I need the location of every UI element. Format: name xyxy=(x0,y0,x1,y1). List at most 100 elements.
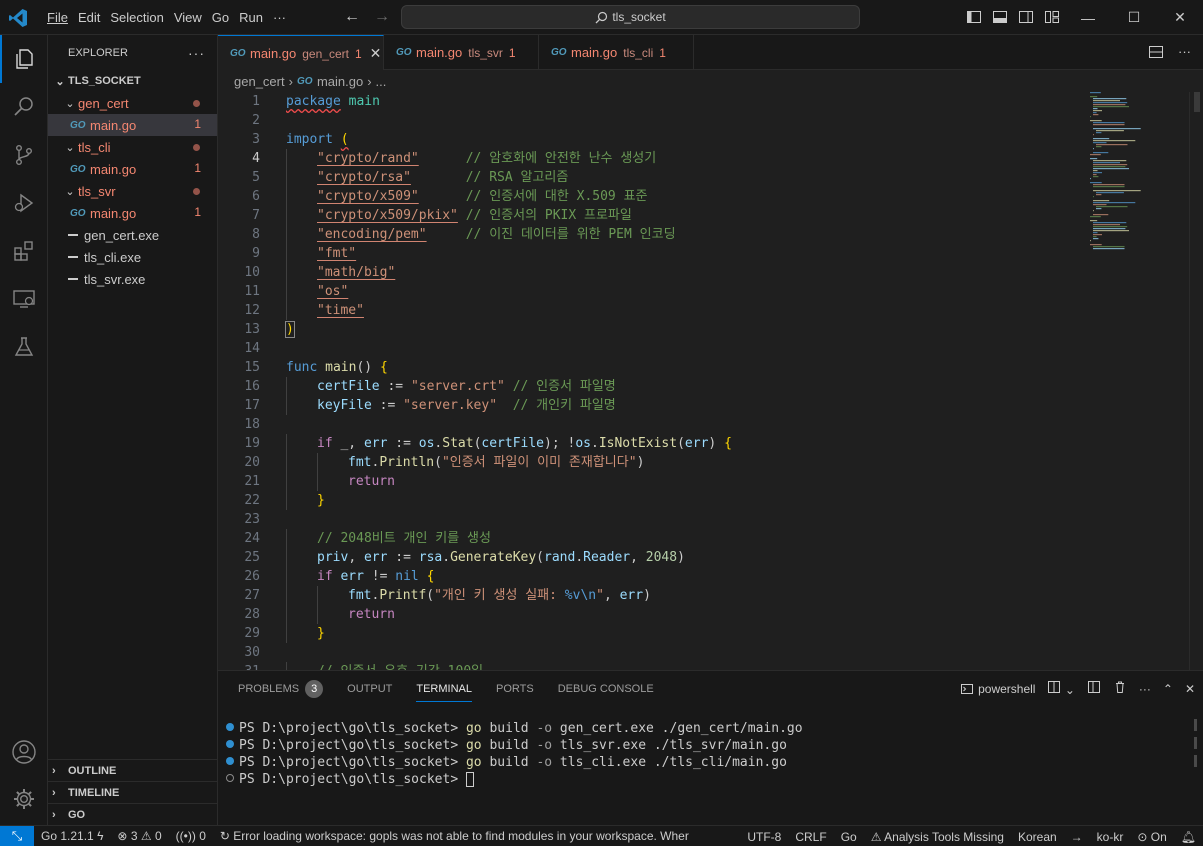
code-line[interactable]: 20 fmt.Println("인증서 파일이 이미 존재합니다") xyxy=(218,453,1078,472)
menu-selection[interactable]: Selection xyxy=(105,10,168,25)
toggle-sidebar-terminal-icon[interactable] xyxy=(1087,680,1101,697)
menu-file[interactable]: File xyxy=(42,10,73,25)
menu-run[interactable]: Run xyxy=(234,10,268,25)
menu-more[interactable]: ··· xyxy=(268,10,291,25)
go-section[interactable]: › GO xyxy=(48,803,217,825)
source-control-icon[interactable] xyxy=(0,131,48,179)
explorer-icon[interactable] xyxy=(0,35,48,83)
extensions-icon[interactable] xyxy=(0,227,48,275)
file-item[interactable]: tls_cli.exe xyxy=(48,246,217,268)
code-line[interactable]: 5 "crypto/rsa" // RSA 알고리즘 xyxy=(218,168,1078,187)
workspace-root[interactable]: ⌄ TLS_SOCKET xyxy=(48,70,217,92)
file-item[interactable]: GO main.go 1 xyxy=(48,158,217,180)
command-center-search[interactable]: tls_socket xyxy=(401,5,860,29)
tab-problems[interactable]: PROBLEMS 3 xyxy=(238,671,324,706)
split-terminal-icon[interactable]: ⌄ xyxy=(1047,680,1075,697)
encoding-status[interactable]: UTF-8 xyxy=(740,830,788,844)
tab-tls-cli-main[interactable]: GO main.go tls_cli 1 xyxy=(539,35,694,70)
editor-more-actions-icon[interactable]: ··· xyxy=(1178,44,1191,63)
close-tab-icon[interactable]: ✕ xyxy=(370,45,382,62)
code-line[interactable]: 19 if _, err := os.Stat(certFile); !os.Is… xyxy=(218,434,1078,453)
editor-scrollbar[interactable] xyxy=(1189,92,1203,670)
terminal-output[interactable]: PS D:\project\go\tls_socket> go build -o… xyxy=(218,720,1203,788)
close-window-icon[interactable]: ✕ xyxy=(1157,0,1203,35)
split-editor-icon[interactable] xyxy=(1148,44,1164,63)
code-line[interactable]: 2 xyxy=(218,111,1078,130)
maximize-panel-icon[interactable]: ⌃ xyxy=(1163,682,1173,696)
code-editor[interactable]: 1 package main 2 3 import (4 "crypto/rand" //… xyxy=(218,92,1203,670)
terminal-profile[interactable]: powershell xyxy=(960,682,1035,696)
menu-view[interactable]: View xyxy=(169,10,207,25)
code-line[interactable]: 29} xyxy=(218,624,1078,643)
toggle-panel-icon[interactable] xyxy=(992,9,1008,25)
command-decoration-icon[interactable] xyxy=(226,723,234,731)
command-decoration-icon[interactable] xyxy=(226,757,234,765)
locale-status[interactable]: ko-kr xyxy=(1090,830,1131,844)
testing-icon[interactable] xyxy=(0,323,48,371)
code-line[interactable]: 4 "crypto/rand" // 암호화에 안전한 난수 생성기 xyxy=(218,149,1078,168)
copilot-status[interactable]: ⊙ On xyxy=(1130,830,1173,844)
code-line[interactable]: 14 xyxy=(218,339,1078,358)
code-line[interactable]: 11 "os" xyxy=(218,282,1078,301)
code-line[interactable]: 12 "time" xyxy=(218,301,1078,320)
code-line[interactable]: 31 // 인증서 유효 기간 100일 xyxy=(218,662,1078,670)
code-line[interactable]: 21 return xyxy=(218,472,1078,491)
close-panel-icon[interactable]: ✕ xyxy=(1185,682,1195,696)
timeline-section[interactable]: › TIMELINE xyxy=(48,781,217,803)
menu-edit[interactable]: Edit xyxy=(73,10,105,25)
folder-item[interactable]: ⌄ gen_cert xyxy=(48,92,217,114)
file-item[interactable]: gen_cert.exe xyxy=(48,224,217,246)
code-line[interactable]: 3 import ( xyxy=(218,130,1078,149)
code-line[interactable]: 28 return xyxy=(218,605,1078,624)
code-line[interactable]: 1 package main xyxy=(218,92,1078,111)
toggle-secondary-sidebar-icon[interactable] xyxy=(1018,9,1034,25)
minimize-icon[interactable]: — xyxy=(1065,0,1111,35)
menu-go[interactable]: Go xyxy=(207,10,234,25)
problems-status[interactable]: ⊗ 3 ⚠ 0 xyxy=(110,829,168,843)
tab-gen-cert-main[interactable]: GO main.go gen_cert 1 ✕ xyxy=(218,35,384,71)
code-line[interactable]: 7 "crypto/x509/pkix" // 인증서의 PKIX 프로파일 xyxy=(218,206,1078,225)
code-line[interactable]: 18 xyxy=(218,415,1078,434)
code-line[interactable]: 10 "math/big" xyxy=(218,263,1078,282)
go-version[interactable]: Go 1.21.1 ϟ xyxy=(34,829,110,843)
minimap[interactable] xyxy=(1086,92,1203,670)
code-line[interactable]: 9 "fmt" xyxy=(218,244,1078,263)
code-line[interactable]: 22} xyxy=(218,491,1078,510)
remote-explorer-icon[interactable] xyxy=(0,275,48,323)
code-line[interactable]: 27 fmt.Printf("개인 키 생성 실패: %v\n", err) xyxy=(218,586,1078,605)
code-line[interactable]: 24 // 2048비트 개인 키를 생성 xyxy=(218,529,1078,548)
panel-more-actions-icon[interactable]: ··· xyxy=(1139,682,1151,696)
tab-debug-console[interactable]: DEBUG CONSOLE xyxy=(558,671,654,706)
tab-ports[interactable]: PORTS xyxy=(496,671,534,706)
code-line[interactable]: 8 "encoding/pem" // 이진 데이터를 위한 PEM 인코딩 xyxy=(218,225,1078,244)
kill-terminal-icon[interactable] xyxy=(1113,680,1127,697)
remote-indicator-icon[interactable]: ⤡ xyxy=(0,825,34,846)
input-language-status[interactable]: Korean xyxy=(1011,830,1064,844)
breadcrumb-folder[interactable]: gen_cert xyxy=(234,74,285,89)
file-item[interactable]: GO main.go 1 xyxy=(48,202,217,224)
eol-status[interactable]: CRLF xyxy=(788,830,833,844)
breadcrumb-file[interactable]: main.go xyxy=(317,74,363,89)
code-line[interactable]: 16 certFile := "server.crt" // 인증서 파일명 xyxy=(218,377,1078,396)
tab-tls-svr-main[interactable]: GO main.go tls_svr 1 xyxy=(384,35,539,70)
explorer-more-actions-icon[interactable]: ··· xyxy=(188,45,205,61)
code-line[interactable]: 6 "crypto/x509" // 인증서에 대한 X.509 표준 xyxy=(218,187,1078,206)
arrow-right-icon[interactable]: → xyxy=(1064,830,1090,844)
gopls-error-message[interactable]: ↻ Error loading workspace: gopls was not… xyxy=(213,829,691,843)
file-item[interactable]: GO main.go 1 xyxy=(48,114,217,136)
tab-terminal[interactable]: TERMINAL xyxy=(416,671,472,706)
accounts-icon[interactable] xyxy=(0,728,48,776)
code-line[interactable]: 17 keyFile := "server.key" // 개인키 파일명 xyxy=(218,396,1078,415)
notifications-bell-icon[interactable]: 🔔︎ xyxy=(1174,830,1203,844)
back-arrow-icon[interactable]: ← xyxy=(344,8,360,26)
code-line[interactable]: 30 xyxy=(218,643,1078,662)
code-line[interactable]: 26 if err != nil { xyxy=(218,567,1078,586)
customize-layout-icon[interactable] xyxy=(1044,9,1060,25)
search-sidebar-icon[interactable] xyxy=(0,83,48,131)
ports-status[interactable]: ((•)) 0 xyxy=(169,829,213,843)
toggle-primary-sidebar-icon[interactable] xyxy=(966,9,982,25)
tab-output[interactable]: OUTPUT xyxy=(347,671,392,706)
folder-item[interactable]: ⌄ tls_svr xyxy=(48,180,217,202)
language-mode-status[interactable]: Go xyxy=(834,830,864,844)
code-line[interactable]: 25 priv, err := rsa.GenerateKey(rand.Read… xyxy=(218,548,1078,567)
